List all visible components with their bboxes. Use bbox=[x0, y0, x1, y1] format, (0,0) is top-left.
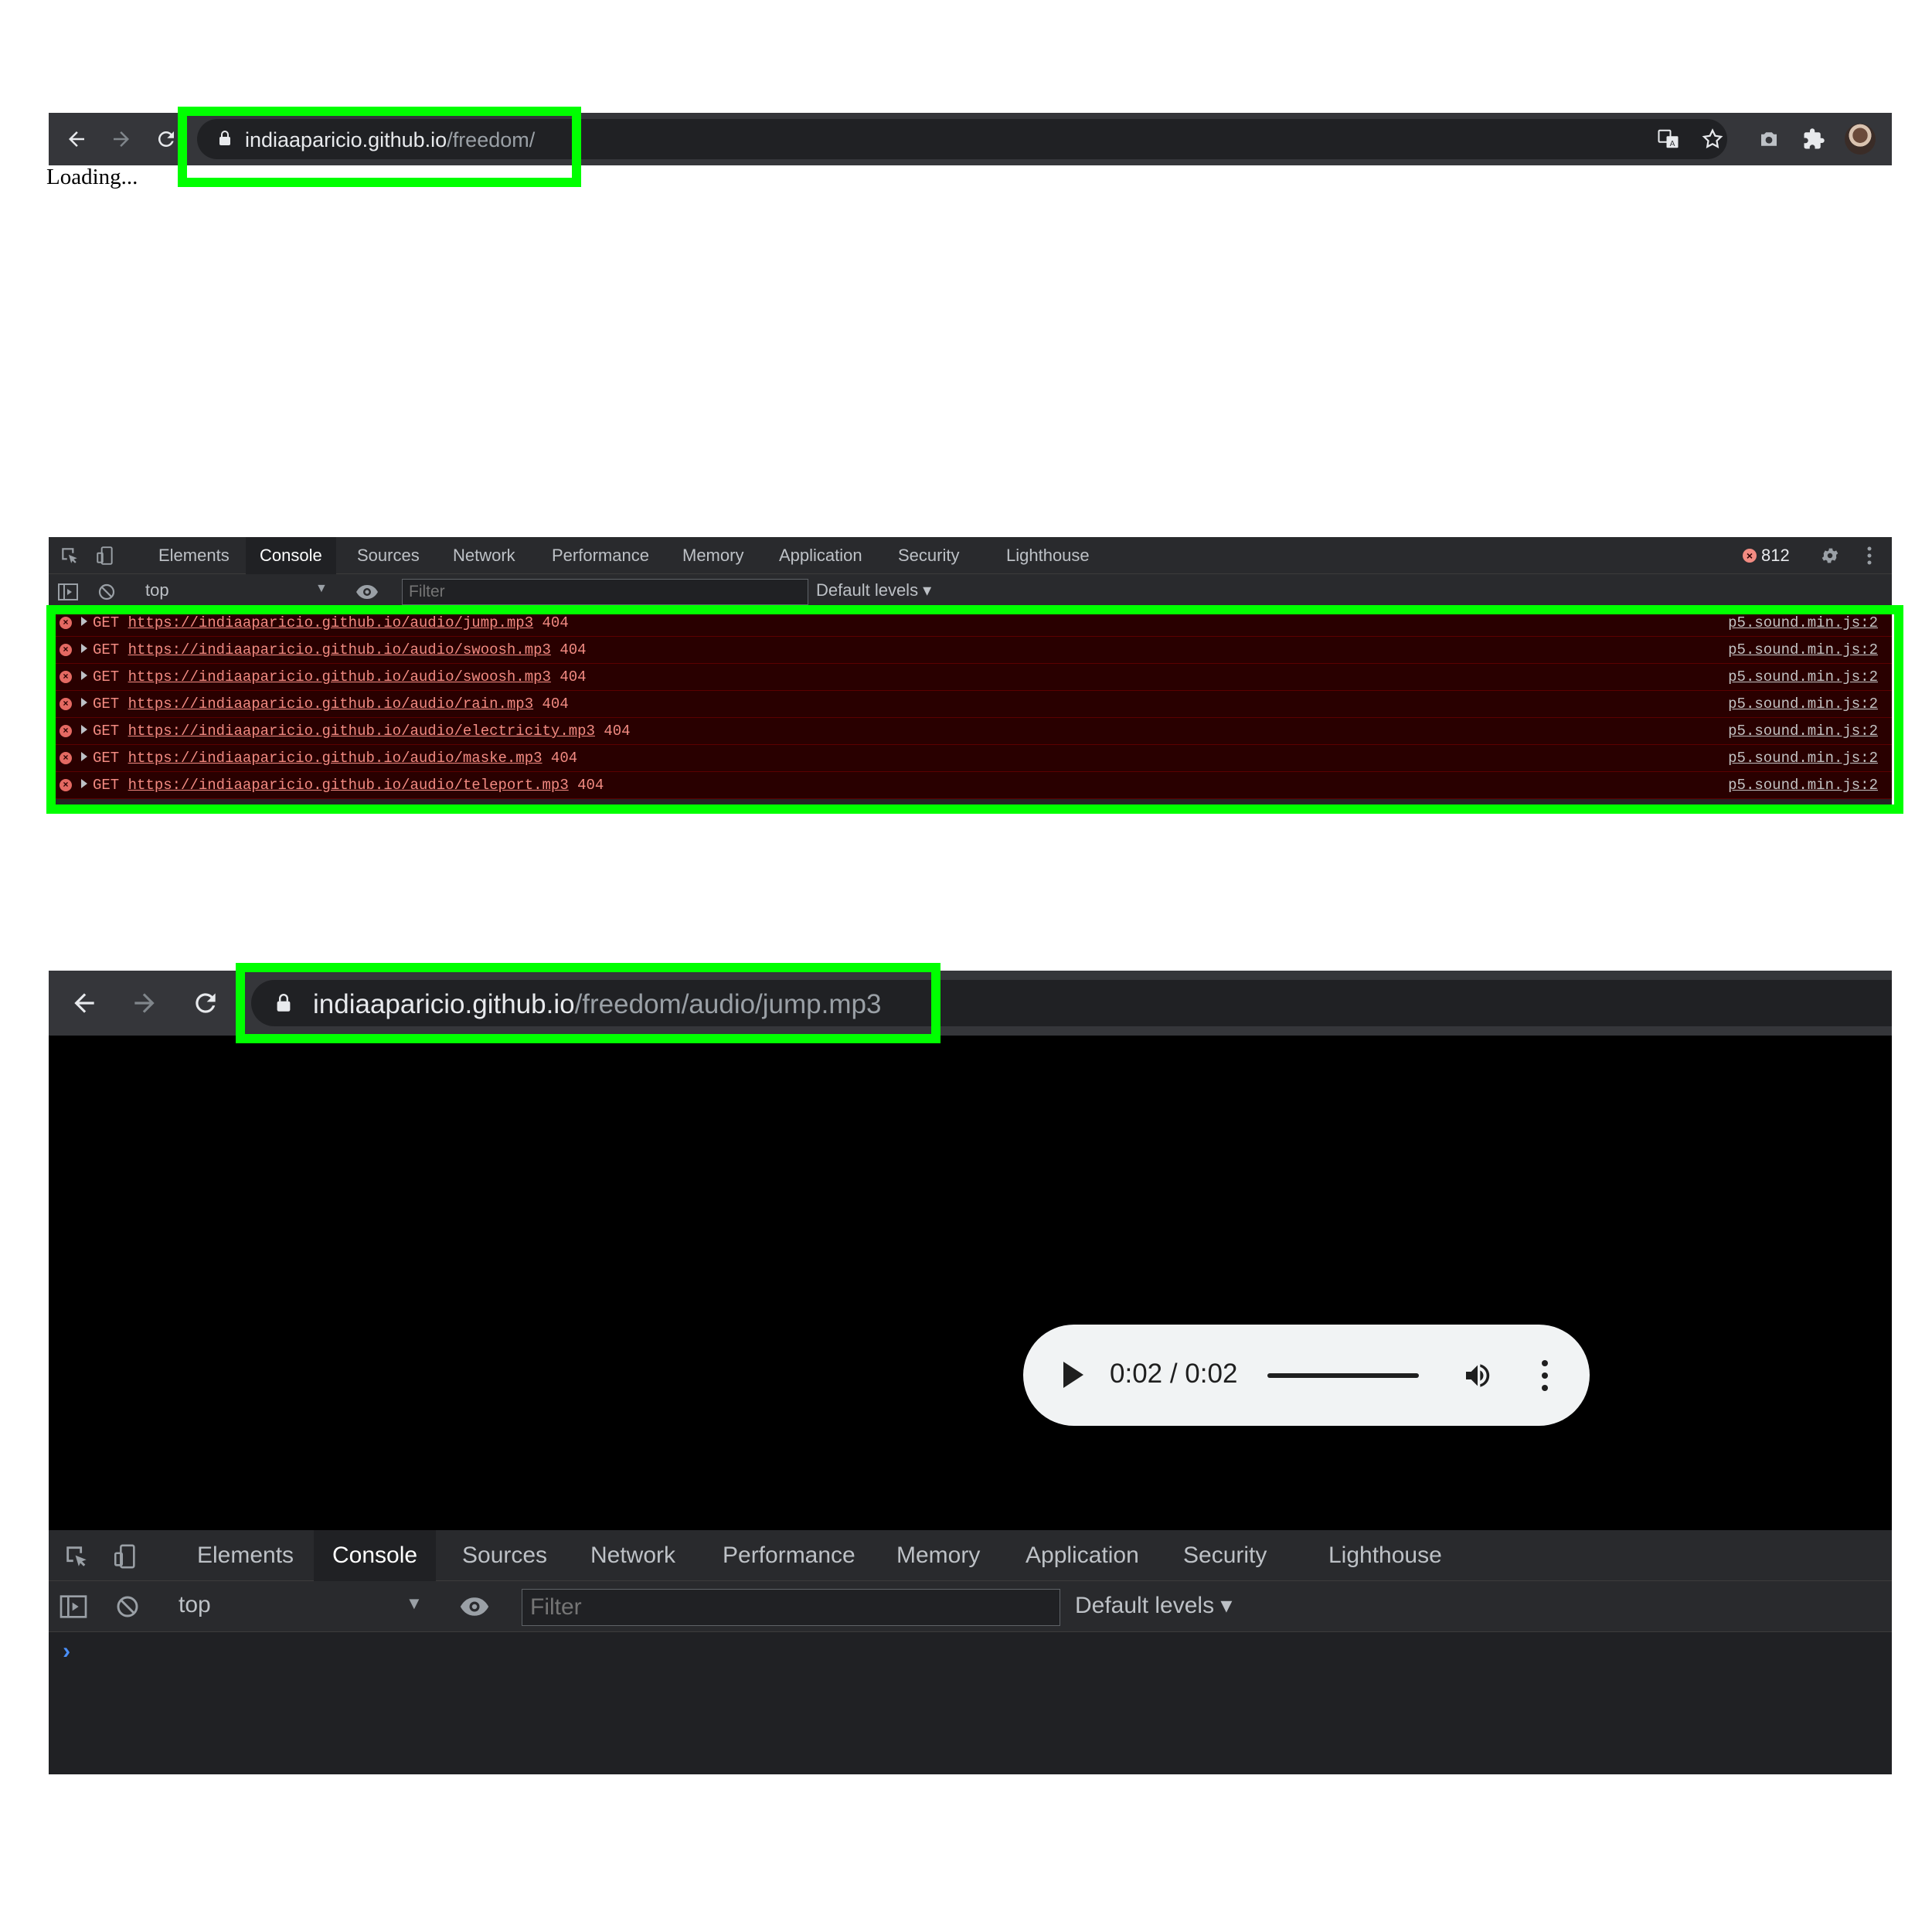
inspect-icon[interactable] bbox=[61, 1541, 92, 1572]
avatar[interactable] bbox=[1845, 124, 1876, 155]
sidebar-toggle-icon[interactable] bbox=[58, 1591, 89, 1622]
reload-icon[interactable] bbox=[151, 124, 182, 155]
back-icon[interactable] bbox=[67, 986, 101, 1020]
tab-network[interactable]: Network bbox=[572, 1530, 694, 1581]
camera-icon[interactable] bbox=[1755, 125, 1783, 153]
tab-performance[interactable]: Performance bbox=[538, 537, 663, 574]
tab-sources[interactable]: Sources bbox=[444, 1530, 566, 1581]
filter-input[interactable] bbox=[522, 1589, 1060, 1626]
tab-elements[interactable]: Elements bbox=[145, 537, 243, 574]
eye-icon[interactable] bbox=[355, 580, 379, 604]
tab-security[interactable]: Security bbox=[1165, 1530, 1285, 1581]
log-levels-dropdown[interactable]: Default levels ▾ bbox=[1075, 1592, 1232, 1619]
forward-icon[interactable] bbox=[128, 986, 162, 1020]
more-vert-icon[interactable] bbox=[1862, 544, 1877, 567]
audio-time: 0:02 / 0:02 bbox=[1110, 1359, 1238, 1389]
inspect-icon[interactable] bbox=[58, 544, 81, 567]
devtools-tabbar: Elements Console Sources Network Perform… bbox=[49, 537, 1892, 574]
tab-memory[interactable]: Memory bbox=[878, 1530, 998, 1581]
svg-text:A: A bbox=[1670, 140, 1675, 148]
log-levels-dropdown[interactable]: Default levels ▾ bbox=[816, 580, 931, 600]
error-icon: × bbox=[1743, 549, 1757, 563]
context-dropdown-icon[interactable]: ▼ bbox=[406, 1594, 423, 1614]
extensions-icon[interactable] bbox=[1800, 125, 1828, 153]
error-count: 812 bbox=[1761, 546, 1790, 565]
filter-input[interactable] bbox=[402, 579, 808, 605]
tab-sources[interactable]: Sources bbox=[343, 537, 434, 574]
reload-icon[interactable] bbox=[189, 986, 223, 1020]
back-icon[interactable] bbox=[61, 124, 92, 155]
highlight-box-url-top bbox=[178, 107, 581, 187]
gear-icon[interactable] bbox=[1818, 544, 1842, 567]
tab-network[interactable]: Network bbox=[439, 537, 529, 574]
forward-icon[interactable] bbox=[106, 124, 137, 155]
context-selector[interactable]: top bbox=[179, 1592, 211, 1618]
play-icon[interactable] bbox=[1063, 1362, 1083, 1388]
tab-lighthouse[interactable]: Lighthouse bbox=[1310, 1530, 1461, 1581]
device-toggle-icon[interactable] bbox=[94, 544, 117, 567]
media-viewer: 0:02 / 0:02 bbox=[49, 1036, 1892, 1530]
clear-console-icon[interactable] bbox=[95, 580, 118, 604]
device-toggle-icon[interactable] bbox=[110, 1541, 141, 1572]
tab-security[interactable]: Security bbox=[884, 537, 973, 574]
audio-progress-bar[interactable] bbox=[1267, 1373, 1419, 1378]
tab-console[interactable]: Console bbox=[314, 1530, 437, 1581]
audio-player[interactable]: 0:02 / 0:02 bbox=[1023, 1325, 1590, 1426]
translate-icon[interactable]: A bbox=[1655, 125, 1682, 153]
devtools-tabbar: Elements Console Sources Network Perform… bbox=[49, 1530, 1892, 1581]
devtools-panel-bottom: Elements Console Sources Network Perform… bbox=[49, 1530, 1892, 1774]
tab-console[interactable]: Console bbox=[246, 537, 336, 574]
tab-elements[interactable]: Elements bbox=[179, 1530, 312, 1581]
context-selector[interactable]: top bbox=[145, 580, 169, 600]
star-icon[interactable] bbox=[1699, 125, 1726, 153]
tab-performance[interactable]: Performance bbox=[704, 1530, 874, 1581]
tab-application[interactable]: Application bbox=[765, 537, 876, 574]
console-toolbar: top ▼ Default levels ▾ bbox=[49, 1581, 1892, 1632]
sidebar-toggle-icon[interactable] bbox=[56, 580, 80, 604]
highlight-box-url-bottom bbox=[236, 963, 940, 1043]
tab-lighthouse[interactable]: Lighthouse bbox=[992, 537, 1104, 574]
highlight-box-errors bbox=[46, 605, 1903, 814]
tab-memory[interactable]: Memory bbox=[668, 537, 757, 574]
error-count-badge[interactable]: × 812 bbox=[1743, 543, 1790, 568]
context-dropdown-icon[interactable]: ▼ bbox=[315, 582, 328, 596]
console-prompt[interactable]: › bbox=[60, 1640, 73, 1666]
loading-text: Loading... bbox=[46, 165, 138, 189]
eye-icon[interactable] bbox=[457, 1591, 492, 1622]
more-options-icon[interactable] bbox=[1541, 1360, 1549, 1391]
volume-icon[interactable] bbox=[1462, 1360, 1493, 1395]
tab-application[interactable]: Application bbox=[1007, 1530, 1158, 1581]
clear-console-icon[interactable] bbox=[112, 1591, 143, 1622]
